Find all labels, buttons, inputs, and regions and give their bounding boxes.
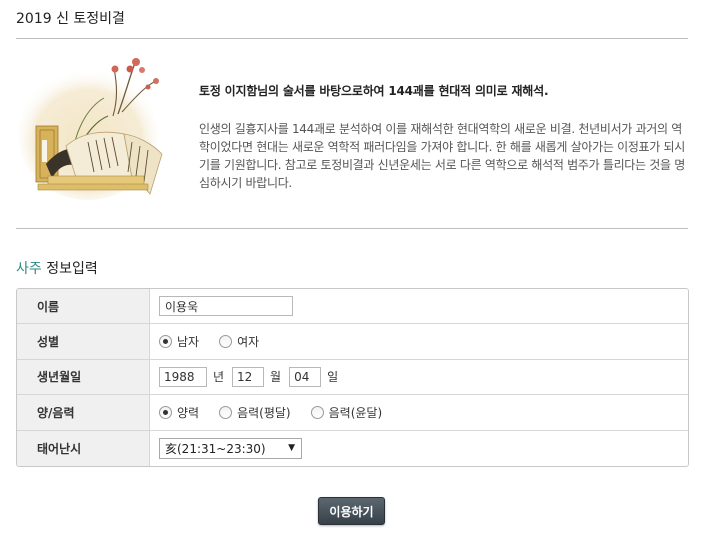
form-row-name: 이름 xyxy=(17,289,688,325)
birth-day-input[interactable] xyxy=(289,366,322,387)
year-unit: 년 xyxy=(213,370,225,385)
intro-description: 인생의 길흉지사를 144괘로 분석하여 이를 재해석한 현대역학의 새로운 비… xyxy=(199,122,686,190)
intro-headline: 토정 이지함님의 술서를 바탕으로하여 144괘를 현대적 의미로 재해석. xyxy=(199,84,549,98)
book-orchid-illustration xyxy=(18,58,163,200)
day-unit: 일 xyxy=(327,370,339,385)
calendar-lunar-normal-radio[interactable] xyxy=(219,405,233,419)
birth-time-selected-value: 亥(21:31~23:30) xyxy=(165,441,266,456)
section-title-accent: 사주 xyxy=(16,261,42,277)
birth-year-input[interactable] xyxy=(159,366,207,387)
gender-male-option[interactable]: 남자 xyxy=(159,333,199,350)
gender-female-label: 여자 xyxy=(237,335,260,350)
section-title-rest: 정보입력 xyxy=(41,261,98,277)
calendar-lunar-leap-option[interactable]: 음력(윤달) xyxy=(310,404,383,421)
submit-button[interactable]: 이용하기 xyxy=(318,497,385,525)
section-title: 사주 정보입력 xyxy=(16,258,98,278)
name-label: 이름 xyxy=(17,289,150,324)
form-row-calendar: 양/음력 양력 음력(평달) 음력(윤달) xyxy=(17,395,688,431)
saju-info-form: 이름 성별 남자 여자 생년월일 년 월 일 양/음력 xyxy=(16,288,689,467)
calendar-lunar-leap-radio[interactable] xyxy=(310,405,324,419)
calendar-lunar-normal-label: 음력(평달) xyxy=(237,405,291,420)
birth-time-label: 태어난시 xyxy=(17,430,150,466)
gender-female-option[interactable]: 여자 xyxy=(219,333,259,350)
name-input[interactable] xyxy=(159,296,293,317)
gender-male-radio[interactable] xyxy=(159,335,172,349)
form-row-birthdate: 생년월일 년 월 일 xyxy=(17,359,688,396)
birth-time-select[interactable]: 亥(21:31~23:30) ▼ xyxy=(159,437,302,459)
calendar-solar-radio[interactable] xyxy=(159,405,172,419)
form-row-gender: 성별 남자 여자 xyxy=(17,324,688,360)
gender-label: 성별 xyxy=(17,324,150,359)
form-row-birth-time: 태어난시 亥(21:31~23:30) ▼ xyxy=(17,430,688,466)
calendar-solar-option[interactable]: 양력 xyxy=(159,404,199,421)
page-title: 2019 신 토정비결 xyxy=(16,11,125,27)
calendar-lunar-leap-label: 음력(윤달) xyxy=(328,405,383,420)
month-unit: 월 xyxy=(270,370,282,385)
gender-female-radio[interactable] xyxy=(219,335,233,349)
gender-male-label: 남자 xyxy=(177,335,200,350)
title-divider xyxy=(16,38,688,39)
section-divider xyxy=(16,228,688,229)
calendar-solar-label: 양력 xyxy=(177,405,200,420)
calendar-label: 양/음력 xyxy=(17,395,150,430)
dropdown-arrow-icon: ▼ xyxy=(288,443,295,454)
birth-month-input[interactable] xyxy=(232,366,265,387)
calendar-lunar-normal-option[interactable]: 음력(평달) xyxy=(219,404,291,421)
birthdate-label: 생년월일 xyxy=(17,359,150,395)
